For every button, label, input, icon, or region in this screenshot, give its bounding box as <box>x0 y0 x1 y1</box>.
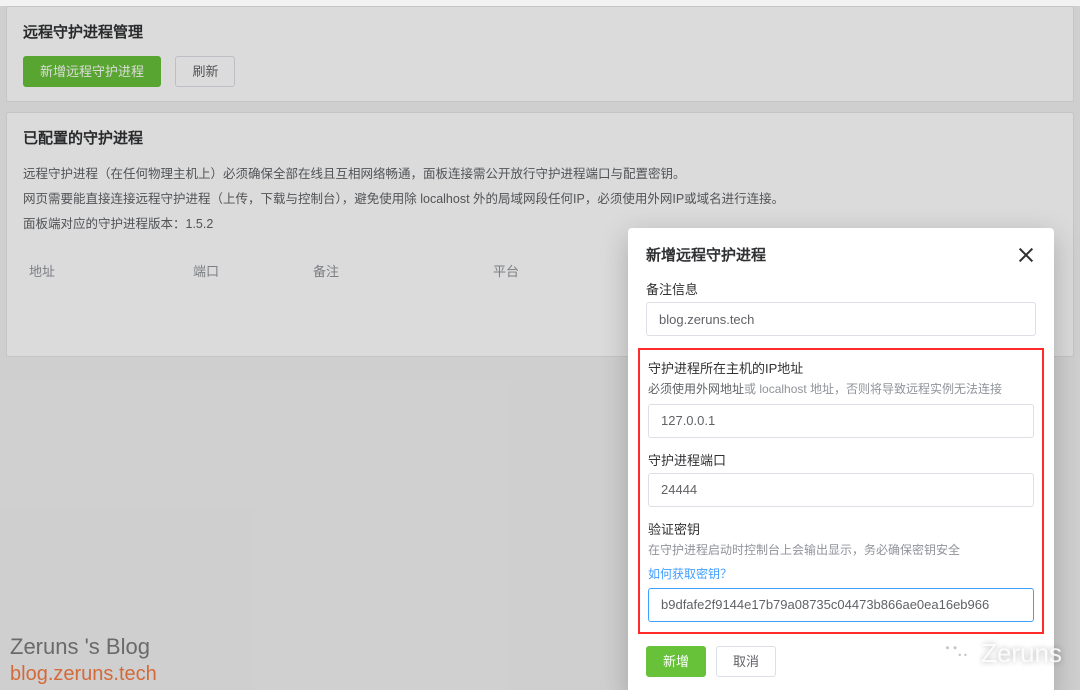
remark-input[interactable] <box>646 302 1036 336</box>
wechat-icon <box>939 636 973 670</box>
sublabel-ip-rest: 或 localhost 地址，否则将导致远程实例无法连接 <box>744 382 1002 396</box>
add-daemon-button[interactable]: 新增远程守护进程 <box>23 56 161 87</box>
modal-title: 新增远程守护进程 <box>646 244 766 265</box>
panel-toolbar: 新增远程守护进程 刷新 <box>23 56 1057 87</box>
panel-daemon-manager: 远程守护进程管理 新增远程守护进程 刷新 <box>6 6 1074 102</box>
how-to-get-key-link[interactable]: 如何获取密钥？ <box>648 565 732 582</box>
label-port: 守护进程端口 <box>648 450 1034 469</box>
panel-title: 远程守护进程管理 <box>23 21 1057 42</box>
group-ip: 守护进程所在主机的IP地址 必须使用外网地址或 localhost 地址，否则将… <box>648 358 1034 438</box>
modal-cancel-button[interactable]: 取消 <box>716 646 776 677</box>
key-input[interactable] <box>648 588 1034 622</box>
sublabel-key: 在守护进程启动时控制台上会输出显示，务必确保密钥安全 <box>648 542 1034 559</box>
watermark-brand-text: Zeruns <box>981 638 1062 669</box>
port-input[interactable] <box>648 473 1034 507</box>
panel-title: 已配置的守护进程 <box>23 127 1057 148</box>
col-port: 端口 <box>193 261 313 280</box>
label-ip: 守护进程所在主机的IP地址 <box>648 358 1034 377</box>
info-line-2: 网页需要能直接连接远程守护进程（上传，下载与控制台），避免使用除 localho… <box>23 187 1057 212</box>
watermark-brand: Zeruns <box>939 636 1062 670</box>
group-remark: 备注信息 <box>646 279 1036 336</box>
sublabel-ip-strong: 必须使用外网地址 <box>648 382 744 396</box>
modal-add-button[interactable]: 新增 <box>646 646 706 677</box>
watermark-blog-label: Zeruns 's Blog <box>10 633 150 662</box>
col-remark: 备注 <box>313 261 493 280</box>
col-address: 地址 <box>23 261 193 280</box>
modal-add-label: 新增 <box>663 654 689 669</box>
add-daemon-label: 新增远程守护进程 <box>40 64 144 79</box>
info-line-1: 远程守护进程（在任何物理主机上）必须确保全部在线且互相网络畅通，面板连接需公开放… <box>23 162 1057 187</box>
label-remark: 备注信息 <box>646 279 1036 298</box>
refresh-label: 刷新 <box>192 64 218 79</box>
modal-cancel-label: 取消 <box>733 654 759 669</box>
highlight-required-fields: 守护进程所在主机的IP地址 必须使用外网地址或 localhost 地址，否则将… <box>638 348 1044 634</box>
modal-header: 新增远程守护进程 <box>646 244 1036 265</box>
close-icon[interactable] <box>1016 245 1036 265</box>
refresh-button[interactable]: 刷新 <box>175 56 235 87</box>
group-port: 守护进程端口 <box>648 450 1034 507</box>
col-platform: 平台 <box>493 261 613 280</box>
group-key: 验证密钥 在守护进程启动时控制台上会输出显示，务必确保密钥安全 如何获取密钥？ <box>648 519 1034 622</box>
ip-input[interactable] <box>648 404 1034 438</box>
add-daemon-modal: 新增远程守护进程 备注信息 守护进程所在主机的IP地址 必须使用外网地址或 lo… <box>628 228 1054 690</box>
watermark-blog-url: blog.zeruns.tech <box>10 662 157 686</box>
label-key: 验证密钥 <box>648 519 1034 538</box>
sublabel-ip: 必须使用外网地址或 localhost 地址，否则将导致远程实例无法连接 <box>648 381 1034 398</box>
